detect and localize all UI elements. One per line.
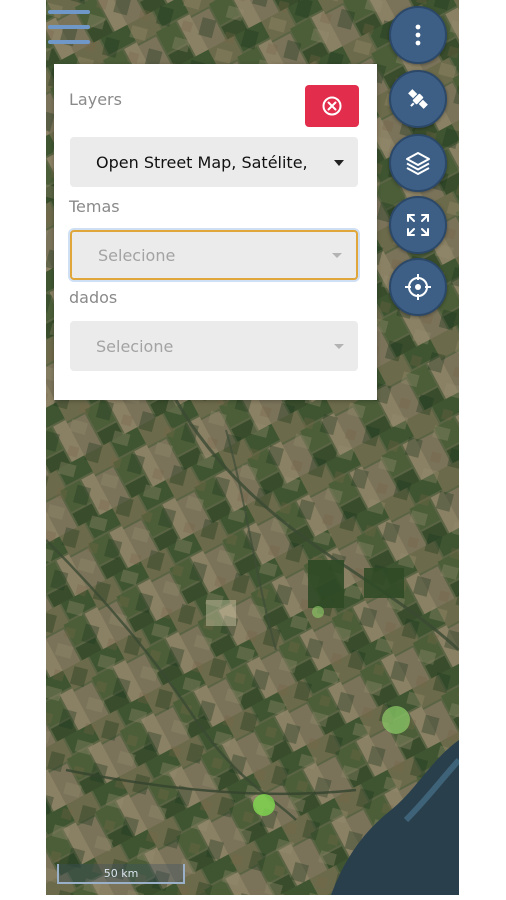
dados-label: dados <box>69 288 118 307</box>
layers-select-value: Open Street Map, Satélite, <box>96 152 308 172</box>
expand-icon <box>407 214 429 236</box>
layers-panel: Layers Open Street Map, Satélite, Temas … <box>54 64 377 400</box>
close-panel-button[interactable] <box>305 85 359 127</box>
layers-label: Layers <box>69 90 122 109</box>
layers-icon <box>406 152 430 175</box>
dados-select[interactable]: Selecione <box>70 321 358 371</box>
satellite-icon <box>408 89 428 109</box>
crosshair-icon <box>405 274 431 300</box>
scale-label: 50 km <box>103 866 139 880</box>
vertical-dots-icon <box>415 24 421 46</box>
temas-select-placeholder: Selecione <box>98 245 176 265</box>
menu-bar <box>48 40 90 44</box>
locate-button[interactable] <box>389 258 447 316</box>
temas-select[interactable]: Selecione <box>70 230 358 280</box>
chevron-down-icon <box>334 160 344 166</box>
chevron-down-icon <box>332 253 342 258</box>
layers-select[interactable]: Open Street Map, Satélite, <box>70 137 358 187</box>
layers-button[interactable] <box>389 134 447 192</box>
chevron-down-icon <box>334 344 344 349</box>
fullscreen-button[interactable] <box>389 196 447 254</box>
close-circle-icon <box>322 96 342 116</box>
menu-bar <box>48 10 90 14</box>
temas-label: Temas <box>69 197 120 216</box>
menu-bar <box>48 25 90 29</box>
menu-button[interactable] <box>48 10 90 44</box>
satellite-view-button[interactable] <box>389 70 447 128</box>
more-options-button[interactable] <box>389 6 447 64</box>
dados-select-placeholder: Selecione <box>96 336 174 356</box>
scale-bar: 50 km <box>57 864 185 884</box>
